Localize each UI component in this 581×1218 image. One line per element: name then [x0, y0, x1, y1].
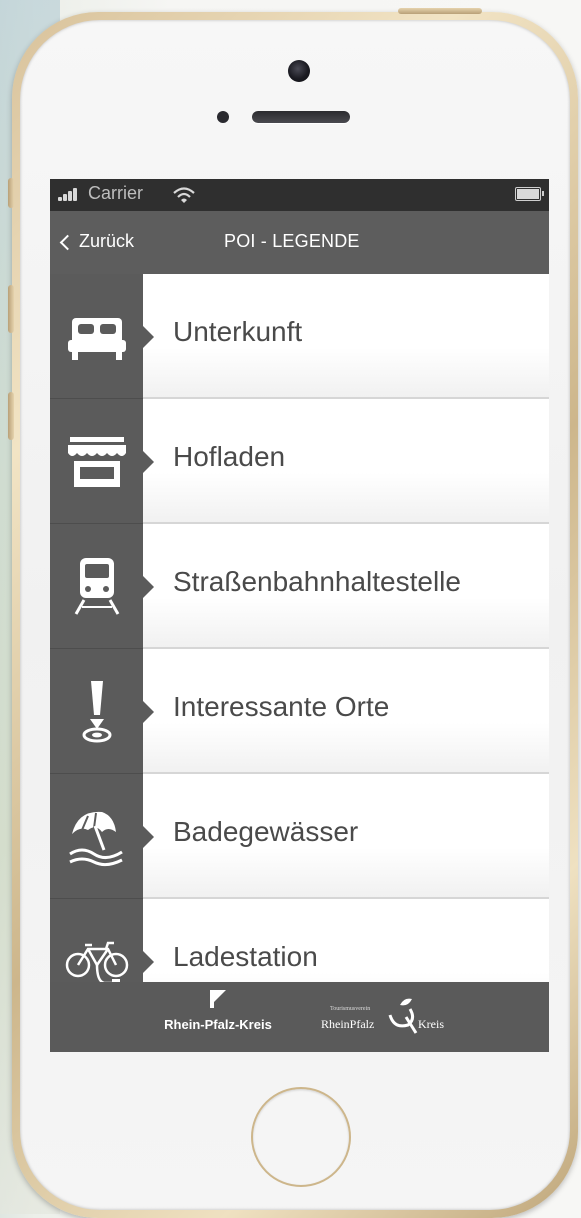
signal-strength-icon	[58, 187, 92, 201]
legend-label: Unterkunft	[173, 316, 303, 347]
volume-up-button	[8, 285, 14, 333]
navigation-bar: Zurück POI - LEGENDE	[50, 211, 549, 274]
bed-icon	[68, 318, 126, 360]
legend-row-hofladen[interactable]: Hofladen	[50, 399, 549, 524]
point-of-interest-icon	[82, 681, 112, 743]
legend-row-ladestation[interactable]: Ladestation	[50, 899, 549, 982]
farm-shop-icon	[68, 437, 126, 487]
legend-label: Ladestation	[173, 941, 318, 972]
logo-right-small-text: Tourismusverein	[330, 1006, 371, 1012]
logo-right-text-2: Kreis	[418, 1017, 444, 1031]
wifi-icon	[173, 187, 195, 203]
logo-left-text: Rhein-Pfalz-Kreis	[164, 1017, 272, 1032]
status-bar: Carrier	[50, 179, 549, 211]
legend-row-unterkunft[interactable]: Unterkunft	[50, 274, 549, 399]
volume-down-button	[8, 392, 14, 440]
beach-umbrella-icon	[69, 811, 123, 867]
back-button-label: Zurück	[79, 231, 135, 251]
leaf-mark-icon	[388, 998, 418, 1034]
home-button[interactable]	[251, 1087, 351, 1187]
battery-icon	[515, 187, 544, 201]
chevron-left-icon	[59, 234, 76, 250]
app-screen: Carrier Zurück POI - LEGENDE Unterkunft …	[50, 179, 549, 1052]
flag-mark-icon	[210, 990, 226, 1008]
logo-right-text-1: RheinPfalz	[321, 1017, 375, 1031]
legend-label: Badegewässer	[173, 816, 359, 847]
rhein-pfalz-kreis-logo: Rhein-Pfalz-Kreis	[153, 990, 283, 1042]
legend-label: Straßenbahnhaltestelle	[173, 566, 461, 597]
legend-label: Hofladen	[173, 441, 286, 472]
legend-label: Interessante Orte	[173, 691, 390, 722]
tourismusverein-logo: Tourismusverein RheinPfalz Kreis	[320, 992, 450, 1042]
legend-row-strassenbahnhaltestelle[interactable]: Straßenbahnhaltestelle	[50, 524, 549, 649]
legend-row-badegewaesser[interactable]: Badegewässer	[50, 774, 549, 899]
carrier-name: Carrier	[88, 183, 144, 203]
page-title: POI - LEGENDE	[224, 231, 360, 251]
earpiece-speaker	[252, 111, 350, 123]
legend-row-interessante-orte[interactable]: Interessante Orte	[50, 649, 549, 774]
front-camera	[288, 60, 310, 82]
legend-list: Unterkunft Hofladen Straßenbahnhaltestel…	[50, 274, 549, 982]
back-button[interactable]: Zurück	[59, 231, 135, 252]
footer-logos: Rhein-Pfalz-Kreis Tourismusverein RheinP…	[50, 982, 549, 1052]
ebike-charging-icon	[65, 941, 129, 982]
power-button	[398, 8, 482, 14]
tram-icon	[74, 558, 120, 615]
mute-switch	[8, 178, 14, 208]
proximity-sensor	[217, 111, 229, 123]
